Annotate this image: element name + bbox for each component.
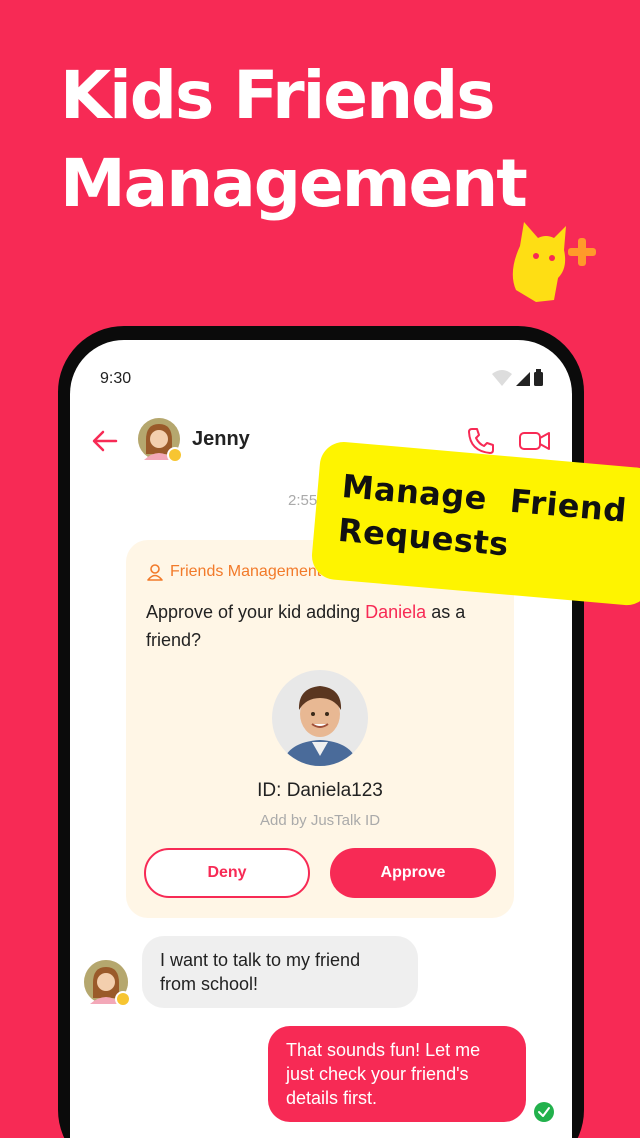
incoming-message: I want to talk to my friend from school! (142, 936, 418, 1008)
friend-source: Add by JusTalk ID (259, 812, 381, 829)
headline-line-1: Kids Friends (60, 57, 496, 134)
outgoing-message: That sounds fun! Let me just check your … (268, 1026, 526, 1122)
status-icons (492, 369, 543, 386)
approve-button[interactable]: Approve (330, 848, 496, 898)
battery-icon (534, 372, 543, 386)
person-icon (147, 564, 163, 581)
cat-mascot-icon (512, 222, 596, 302)
wifi-icon (492, 370, 512, 386)
deny-button[interactable]: Deny (144, 848, 310, 898)
phone-frame: 9:30 Jenny 2:55 Friends Management Appro… (58, 326, 584, 1138)
friend-id: ID: Daniela123 (257, 780, 383, 801)
headline-line-2: Management (60, 145, 528, 222)
contact-name: Jenny (192, 428, 250, 450)
status-time: 9:30 (100, 370, 132, 387)
read-checkmark-icon (534, 1102, 554, 1122)
kid-badge-icon (117, 993, 129, 1005)
phone-call-icon[interactable] (466, 426, 496, 456)
contact-avatar[interactable] (138, 418, 184, 464)
sender-avatar[interactable] (84, 960, 132, 1008)
message-timestamp: 2:55 (288, 492, 318, 509)
headline: Kids Friends Management (60, 52, 528, 228)
signal-icon (516, 372, 530, 386)
card-header-label: Friends Management (170, 563, 322, 580)
back-arrow-icon[interactable] (90, 426, 120, 456)
question-prefix: Approve of your kid adding (146, 602, 366, 622)
kid-badge-icon (169, 449, 181, 461)
friend-name: Daniela (365, 602, 427, 622)
friend-request-card: Friends Management Approve of your kid a… (126, 540, 514, 918)
card-header: Friends Management (146, 560, 321, 584)
approval-question: Approve of your kid adding Daniela as a … (146, 598, 502, 654)
friend-photo (272, 670, 368, 766)
video-call-icon[interactable] (518, 426, 552, 456)
sticker-text: Manage Friend Requests (336, 464, 629, 577)
